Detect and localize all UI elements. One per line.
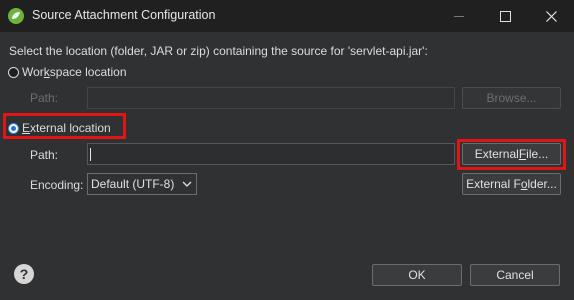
external-path-label: Path: <box>30 148 59 162</box>
window-title: Source Attachment Configuration <box>32 8 216 22</box>
encoding-label: Encoding: <box>30 178 84 192</box>
external-location-highlight <box>3 113 126 139</box>
ok-button[interactable]: OK <box>372 264 462 286</box>
chevron-down-icon <box>182 181 192 187</box>
external-path-input[interactable] <box>87 143 455 165</box>
encoding-value: Default (UTF-8) <box>91 177 175 191</box>
workspace-path-field <box>87 87 455 109</box>
workspace-location-radio[interactable]: Workspace location <box>8 65 127 79</box>
help-icon[interactable]: ? <box>14 264 34 284</box>
encoding-select[interactable]: Default (UTF-8) <box>87 173 197 195</box>
minimize-icon <box>454 15 464 17</box>
dialog-description: Select the location (folder, JAR or zip)… <box>9 44 428 58</box>
maximize-button[interactable] <box>482 0 528 32</box>
close-icon <box>545 10 557 22</box>
cancel-button[interactable]: Cancel <box>470 264 560 286</box>
title-bar: Source Attachment Configuration <box>0 0 574 32</box>
workspace-path-label: Path: <box>30 91 59 105</box>
radio-unchecked-icon <box>8 66 19 78</box>
dialog-body: Select the location (folder, JAR or zip)… <box>0 32 574 300</box>
minimize-button[interactable] <box>436 0 482 32</box>
maximize-icon <box>499 10 511 22</box>
text-caret <box>90 148 91 161</box>
external-file-highlight <box>457 139 566 170</box>
workspace-location-label: Workspace location <box>22 65 127 79</box>
close-button[interactable] <box>528 0 574 32</box>
browse-button: Browse... <box>462 87 561 109</box>
spring-app-icon <box>8 8 24 24</box>
external-folder-button[interactable]: External Fo lder... <box>462 173 561 195</box>
